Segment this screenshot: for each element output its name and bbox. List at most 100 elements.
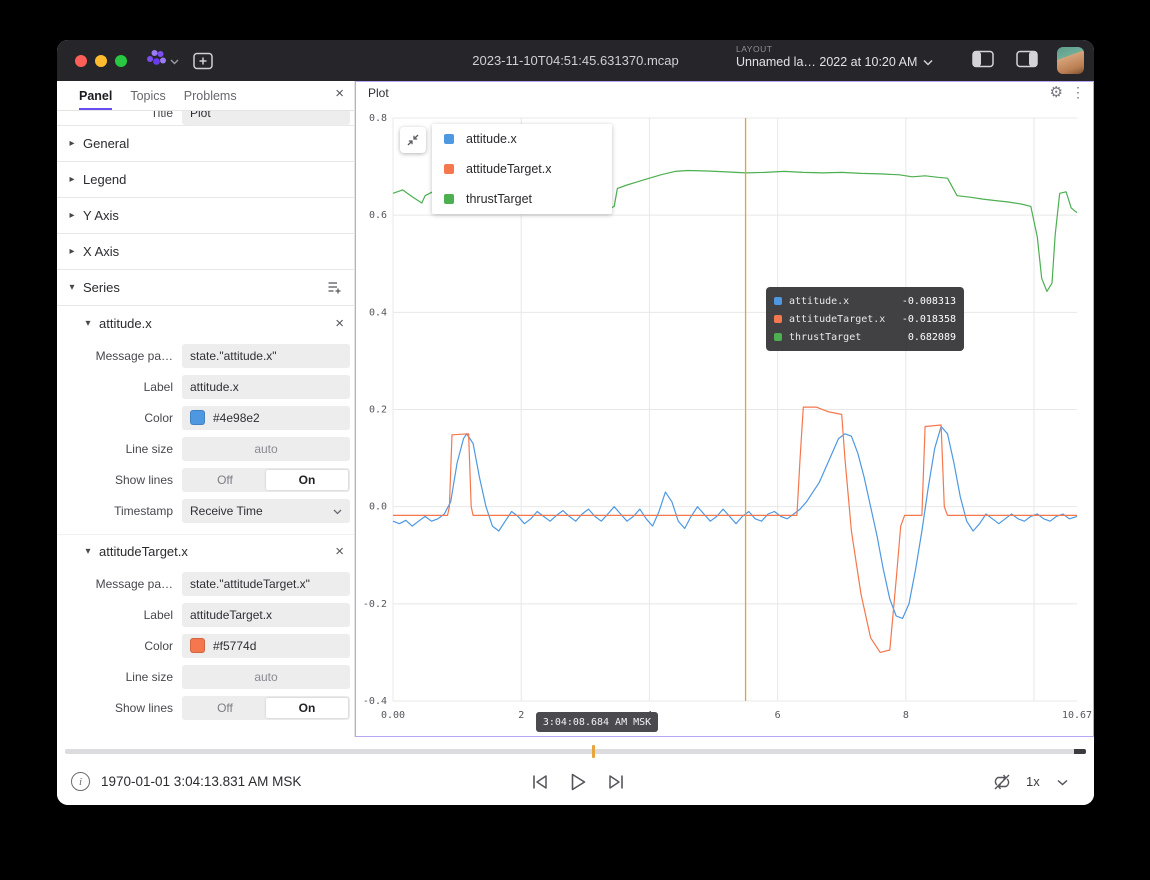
message-path-input[interactable]: state."attitudeTarget.x" <box>182 572 350 596</box>
close-icon[interactable]: × <box>335 86 344 101</box>
x-tick-label: 0.00 <box>381 710 405 721</box>
info-icon[interactable]: i <box>71 772 90 791</box>
chevron-down-icon: ▾ <box>81 546 95 557</box>
field-label: Label attitudeTarget.x <box>57 599 354 630</box>
add-panel-button[interactable] <box>193 52 214 70</box>
remove-series-icon[interactable]: × <box>335 316 344 331</box>
tab-problems[interactable]: Problems <box>184 81 237 110</box>
legend-collapse-button[interactable] <box>400 127 426 153</box>
section-series[interactable]: ▾ Series <box>57 270 354 306</box>
user-avatar[interactable] <box>1057 47 1084 74</box>
right-sidebar-toggle-button[interactable] <box>1016 50 1038 68</box>
field-show-lines: Show lines Off On <box>57 464 354 495</box>
show-lines-off-button[interactable]: Off <box>184 470 266 490</box>
y-tick-label: 0.0 <box>369 502 387 513</box>
playhead-marker[interactable] <box>592 745 595 758</box>
timeline-scrubber[interactable] <box>65 749 1086 754</box>
color-swatch[interactable] <box>190 638 205 653</box>
clipped-title-row: Title Plot <box>57 111 354 126</box>
timeline-end-segment <box>1074 749 1086 754</box>
layout-switcher[interactable]: LAYOUT Unnamed la… 2022 at 10:20 AM <box>736 44 956 69</box>
minimize-window-button[interactable] <box>95 55 107 67</box>
tooltip-row: attitudeTarget.x -0.018358 <box>774 310 956 328</box>
data-tooltip: attitude.x -0.008313 attitudeTarget.x -0… <box>766 287 964 351</box>
y-tick-label: -0.4 <box>363 696 387 707</box>
line-size-input[interactable]: auto <box>182 437 350 461</box>
field-timestamp: Timestamp Receive Time <box>57 495 354 526</box>
series-color-swatch <box>774 297 782 305</box>
traffic-lights <box>75 55 127 67</box>
field-message-path: Message pa… state."attitude.x" <box>57 340 354 371</box>
section-legend[interactable]: ▸ Legend <box>57 162 354 198</box>
layout-label: LAYOUT <box>736 44 956 54</box>
message-path-input[interactable]: state."attitude.x" <box>182 344 350 368</box>
chevron-down-icon: ▾ <box>81 318 95 329</box>
legend-item[interactable]: attitudeTarget.x <box>432 154 612 184</box>
legend-item[interactable]: attitude.x <box>432 124 612 154</box>
layout-name: Unnamed la… 2022 at 10:20 AM <box>736 55 917 69</box>
playback-bar: i 1970-01-01 3:04:13.831 AM MSK <box>57 737 1094 805</box>
series-color-swatch <box>444 164 454 174</box>
zoom-window-button[interactable] <box>115 55 127 67</box>
show-lines-on-button[interactable]: On <box>266 698 348 718</box>
color-input[interactable]: #4e98e2 <box>182 406 350 430</box>
current-timestamp: 1970-01-01 3:04:13.831 AM MSK <box>101 774 301 789</box>
label-input[interactable]: attitudeTarget.x <box>182 603 350 627</box>
add-series-button[interactable] <box>327 280 342 295</box>
section-general[interactable]: ▸ General <box>57 126 354 162</box>
x-tick-label: 8 <box>903 710 909 721</box>
chevron-down-icon <box>923 55 933 69</box>
field-color: Color #4e98e2 <box>57 402 354 433</box>
loop-off-icon[interactable] <box>989 769 1015 795</box>
section-y-axis[interactable]: ▸ Y Axis <box>57 198 354 234</box>
playback-speed[interactable]: 1x <box>1026 774 1040 789</box>
left-sidebar-toggle-button[interactable] <box>972 50 994 68</box>
recording-title: 2023-11-10T04:51:45.631370.mcap <box>472 40 678 81</box>
tab-topics[interactable]: Topics <box>130 81 165 110</box>
plot-panel: Plot ⚙ ⋮ 0.80.60.40.20.0-0.2-0.40.002468… <box>355 81 1094 737</box>
titlebar: 2023-11-10T04:51:45.631370.mcap LAYOUT U… <box>57 40 1094 81</box>
field-message-path: Message pa… state."attitudeTarget.x" <box>57 568 354 599</box>
settings-sidebar: Panel Topics Problems × Title Plot ▸ Gen… <box>57 81 355 737</box>
y-tick-label: 0.8 <box>369 113 387 124</box>
section-x-axis[interactable]: ▸ X Axis <box>57 234 354 270</box>
x-tick-label: 6 <box>775 710 781 721</box>
seek-backward-button[interactable] <box>527 769 553 795</box>
color-input[interactable]: #f5774d <box>182 634 350 658</box>
y-tick-label: -0.2 <box>363 599 387 610</box>
field-show-lines: Show lines Off On <box>57 692 354 723</box>
series-color-swatch <box>774 333 782 341</box>
y-tick-label: 0.6 <box>369 210 387 221</box>
line-size-input[interactable]: auto <box>182 665 350 689</box>
plot-legend: attitude.x attitudeTarget.x thrustTarget <box>432 124 612 214</box>
tooltip-row: attitude.x -0.008313 <box>774 292 956 310</box>
seek-forward-button[interactable] <box>603 769 629 795</box>
series-color-swatch <box>774 315 782 323</box>
close-window-button[interactable] <box>75 55 87 67</box>
show-lines-on-button[interactable]: On <box>266 470 348 490</box>
remove-series-icon[interactable]: × <box>335 544 344 559</box>
play-button[interactable] <box>565 769 591 795</box>
label-input[interactable]: attitude.x <box>182 375 350 399</box>
app-menu[interactable] <box>145 48 179 73</box>
legend-item[interactable]: thrustTarget <box>432 184 612 214</box>
field-line-size: Line size auto <box>57 433 354 464</box>
series-item-attitude-x[interactable]: ▾ attitude.x × <box>57 306 354 340</box>
x-tick-label: 10.67 <box>1062 710 1092 721</box>
field-line-size: Line size auto <box>57 661 354 692</box>
speed-chevron-icon[interactable] <box>1049 769 1075 795</box>
y-tick-label: 0.2 <box>369 405 387 416</box>
color-swatch[interactable] <box>190 410 205 425</box>
show-lines-toggle: Off On <box>182 696 350 720</box>
title-input[interactable]: Plot <box>182 111 350 125</box>
show-lines-toggle: Off On <box>182 468 350 492</box>
tab-panel[interactable]: Panel <box>79 81 112 110</box>
show-lines-off-button[interactable]: Off <box>184 698 266 718</box>
chevron-down-icon <box>170 52 179 70</box>
series-color-swatch <box>444 134 454 144</box>
title-field-label: Title <box>57 111 173 120</box>
timestamp-select[interactable]: Receive Time <box>182 499 350 523</box>
series-item-attitudetarget-x[interactable]: ▾ attitudeTarget.x × <box>57 534 354 568</box>
series-color-swatch <box>444 194 454 204</box>
chevron-down-icon <box>333 504 342 518</box>
